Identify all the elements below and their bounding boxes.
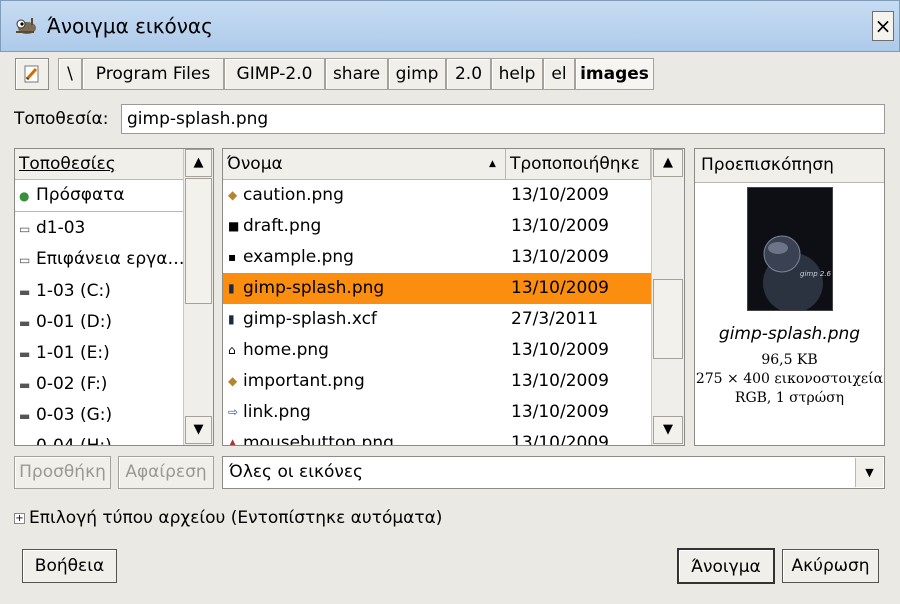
chevron-down-icon: ▼	[865, 466, 874, 479]
preview-filename: gimp-splash.png	[718, 324, 861, 344]
file-filter-select[interactable]: Όλες οι εικόνες ▼	[222, 456, 885, 489]
name-column-header[interactable]: Όνομα ▲	[223, 149, 506, 180]
preview-thumbnail: gimp 2.6	[747, 187, 833, 313]
scroll-thumb[interactable]	[653, 279, 683, 359]
scroll-down-button[interactable]: ▼	[185, 416, 212, 444]
preview-mode: RGB, 1 στρώση	[734, 390, 845, 406]
file-row[interactable]: ⇨ link.png 13/10/2009	[223, 397, 651, 428]
arrow-up-icon: ▲	[663, 155, 673, 170]
image-icon: ▮	[228, 281, 235, 295]
place-item-drive-d[interactable]: ▬ 0-01 (D:)	[15, 307, 183, 338]
gimp-wilber-icon	[16, 18, 36, 34]
drive-icon: ▬	[19, 285, 31, 299]
window-title: Άνοιγμα εικόνας	[47, 14, 213, 38]
filter-value: Όλες οι εικόνες	[229, 462, 364, 482]
drive-icon: ▬	[19, 316, 31, 330]
image-icon: ◆	[228, 374, 238, 388]
scroll-thumb[interactable]	[185, 178, 212, 304]
file-row[interactable]: ▪ example.png 13/10/2009	[223, 242, 651, 273]
location-input[interactable]	[121, 104, 885, 134]
arrow-down-icon: ▼	[663, 422, 673, 437]
places-pane: Τοποθεσίες ● Πρόσφατα ▭ d1-03 ▭ Επιφάνεια ε…	[14, 148, 214, 446]
scroll-down-button[interactable]: ▼	[653, 416, 683, 444]
close-button[interactable]: ×	[872, 11, 894, 41]
place-item-recent[interactable]: ● Πρόσφατα	[15, 180, 183, 211]
sort-ascending-icon: ▲	[489, 159, 496, 169]
file-row[interactable]: ⌂ home.png 13/10/2009	[223, 335, 651, 366]
file-list-pane: Όνομα ▲ Τροποποιήθηκε ◆ caution.png 13/1…	[222, 148, 685, 446]
arrow-down-icon: ▼	[193, 422, 204, 437]
preview-dimensions: 275 × 400 εικονοστοιχεία	[695, 371, 884, 387]
scroll-up-button[interactable]: ▲	[653, 149, 683, 177]
path-segment-images[interactable]: images	[575, 58, 654, 90]
dropdown-arrow[interactable]: ▼	[855, 458, 883, 487]
location-label: Τοποθεσία:	[14, 109, 109, 129]
image-icon: ⇨	[228, 405, 239, 419]
place-item-drive-e[interactable]: ▬ 1-01 (E:)	[15, 338, 183, 369]
modified-column-header[interactable]: Τροποποιήθηκε	[506, 149, 651, 180]
add-bookmark-button[interactable]: Προσθήκη	[14, 456, 111, 489]
path-segment-gimp[interactable]: gimp	[388, 58, 446, 90]
preview-pane: Προεπισκόπηση gimp 2.6 gimp-splash.png 9…	[694, 148, 885, 446]
remove-bookmark-button[interactable]: Αφαίρεση	[118, 456, 214, 489]
places-separator	[15, 211, 183, 212]
filetype-expander[interactable]: + Επιλογή τύπου αρχείου (Εντοπίστηκε αυτό…	[14, 508, 442, 528]
file-row[interactable]: ◆ important.png 13/10/2009	[223, 366, 651, 397]
cancel-button[interactable]: Ακύρωση	[782, 549, 879, 583]
file-row[interactable]: ▮ gimp-splash.xcf 27/3/2011	[223, 304, 651, 335]
open-button[interactable]: Άνοιγμα	[677, 548, 775, 584]
place-item-drive-h[interactable]: ▬0-04 (H:)	[15, 431, 183, 445]
folder-icon: ▭	[19, 222, 31, 236]
path-segment-2-0[interactable]: 2.0	[446, 58, 491, 90]
path-segment-el[interactable]: el	[543, 58, 575, 90]
image-icon: ▪	[228, 250, 237, 264]
filetype-expander-label: Επιλογή τύπου αρχείου (Εντοπίστηκε αυτόμ…	[29, 508, 443, 528]
file-row[interactable]: ◆ caution.png 13/10/2009	[223, 180, 651, 211]
file-row[interactable]: ■ draft.png 13/10/2009	[223, 211, 651, 242]
file-row[interactable]: ▲ mousebutton.png 13/10/2009	[223, 428, 651, 446]
place-item-d1-03[interactable]: ▭ d1-03	[15, 213, 183, 244]
scroll-up-button[interactable]: ▲	[185, 149, 212, 177]
image-icon: ■	[228, 219, 240, 233]
title-bar: Άνοιγμα εικόνας	[0, 0, 900, 52]
file-row-selected[interactable]: ▮ gimp-splash.png 13/10/2009	[223, 273, 651, 304]
place-item-drive-f[interactable]: ▬ 0-02 (F:)	[15, 369, 183, 400]
image-icon: ▮	[228, 312, 235, 326]
recent-icon: ●	[19, 189, 30, 203]
image-icon: ◆	[228, 188, 238, 202]
folder-icon: ▭	[19, 253, 31, 267]
preview-size: 96,5 KB	[761, 352, 818, 368]
thumbnail-text: gimp 2.6	[800, 270, 832, 278]
image-icon: ⌂	[228, 343, 236, 357]
expand-icon: +	[14, 512, 25, 524]
type-location-toggle-button[interactable]	[15, 58, 49, 90]
arrow-up-icon: ▲	[193, 155, 204, 170]
drive-icon: ▬	[19, 432, 33, 445]
gimp-splash-image: gimp 2.6	[748, 188, 832, 313]
path-segment-root[interactable]: \	[58, 58, 82, 90]
drive-icon: ▬	[19, 409, 31, 423]
place-item-desktop[interactable]: ▭ Επιφάνεια εργα…	[15, 244, 183, 275]
file-list-scrollbar[interactable]: ▲ ▼	[651, 149, 684, 445]
preview-header: Προεπισκόπηση	[695, 149, 884, 183]
edit-location-icon	[24, 65, 39, 83]
place-item-drive-c[interactable]: ▬ 1-03 (C:)	[15, 276, 183, 307]
drive-icon: ▬	[19, 378, 31, 392]
place-item-drive-g[interactable]: ▬ 0-03 (G:)	[15, 400, 183, 431]
close-icon: ×	[874, 14, 892, 38]
drive-icon: ▬	[19, 347, 31, 361]
path-segment-share[interactable]: share	[325, 58, 388, 90]
places-scrollbar[interactable]: ▲ ▼	[183, 149, 213, 445]
help-button[interactable]: Βοήθεια	[22, 549, 117, 583]
image-icon: ▲	[228, 436, 238, 446]
path-segment-help[interactable]: help	[491, 58, 543, 90]
path-segment-program-files[interactable]: Program Files	[82, 58, 224, 90]
path-segment-gimp-2-0[interactable]: GIMP-2.0	[224, 58, 325, 90]
places-column-header[interactable]: Τοποθεσίες	[15, 149, 185, 180]
